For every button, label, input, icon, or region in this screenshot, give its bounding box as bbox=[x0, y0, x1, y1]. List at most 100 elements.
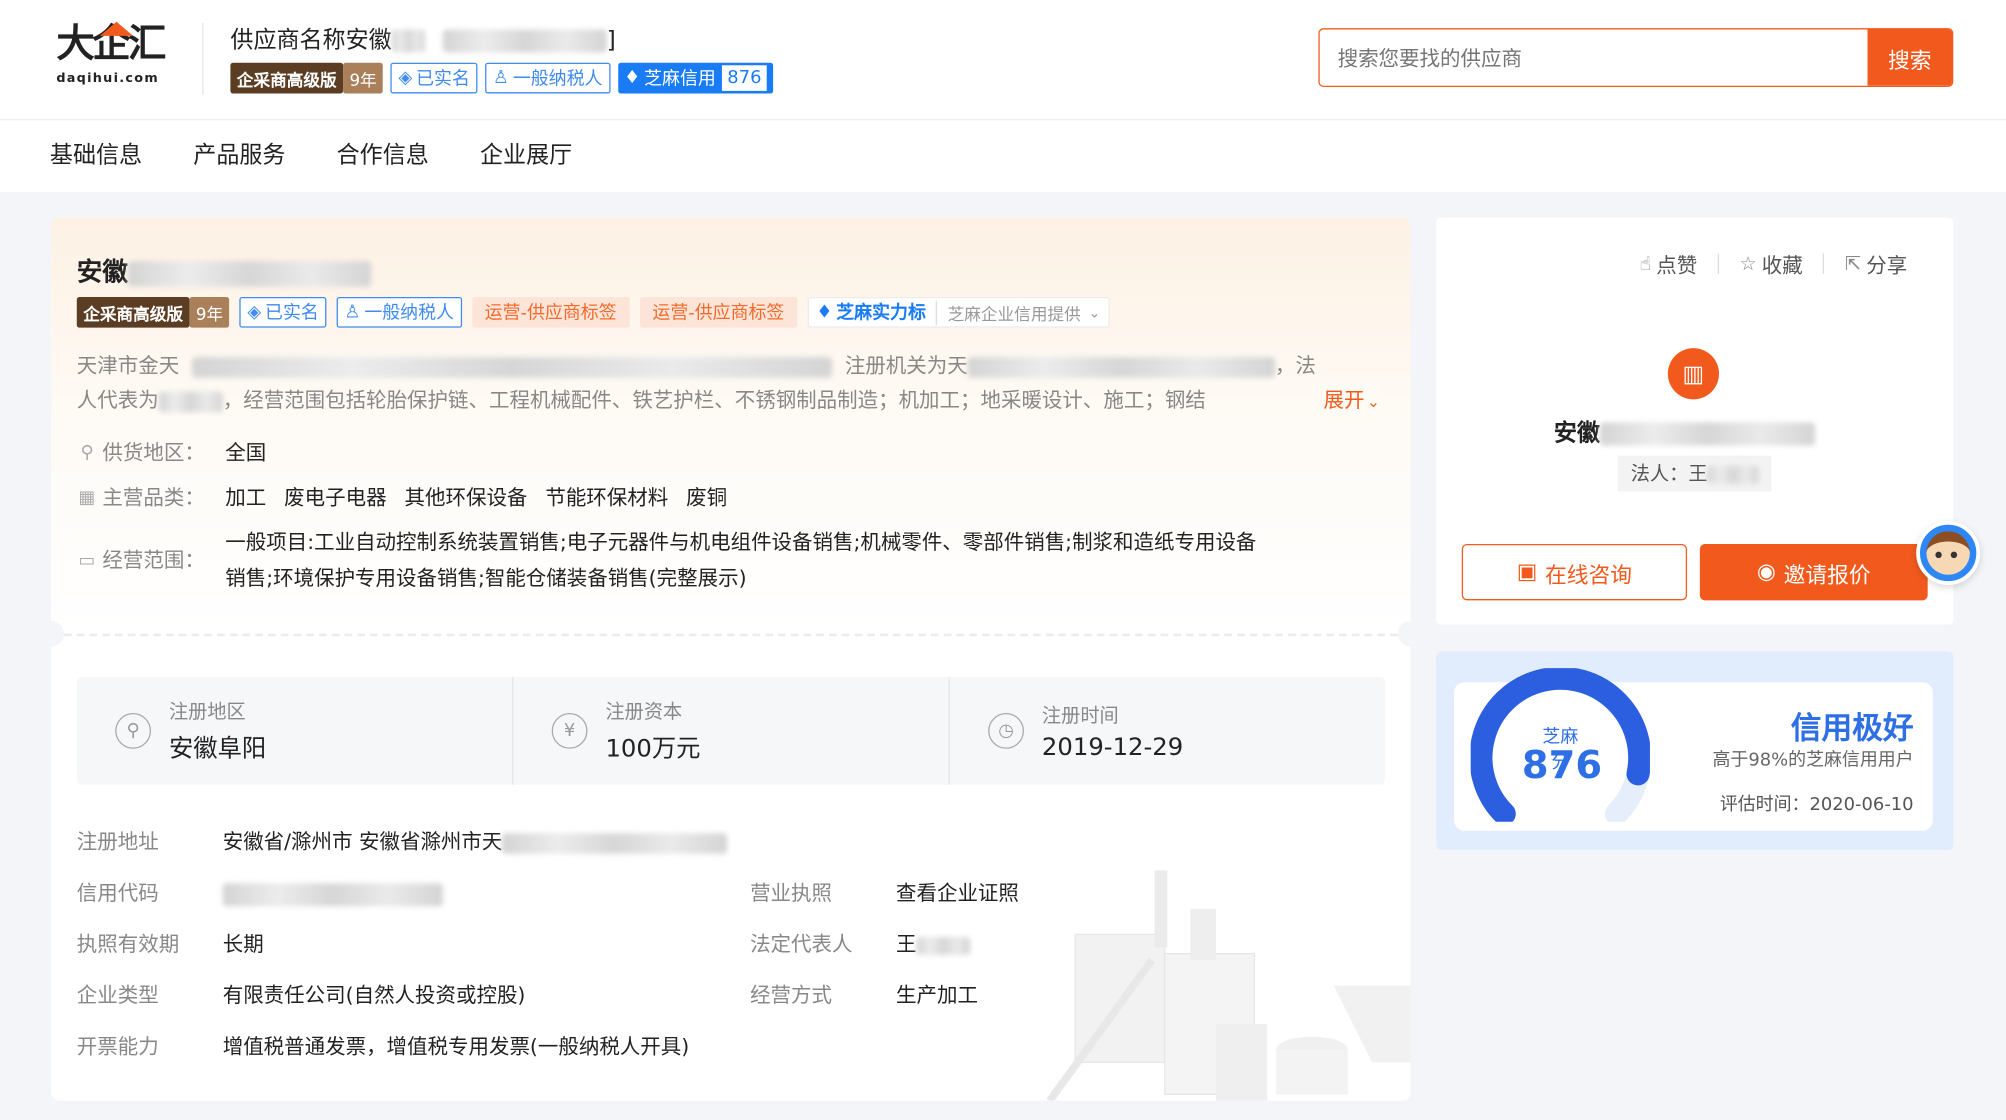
credit-description: 高于98%的芝麻信用用户 bbox=[1712, 750, 1914, 771]
tab-products[interactable]: 产品服务 bbox=[193, 120, 285, 192]
validity-value: 长期 bbox=[222, 931, 264, 957]
main-category-row: ▦ 主营品类： 加工 废电子电器 其他环保设备 节能环保材料 废铜 bbox=[77, 480, 745, 516]
search-box: 搜索 bbox=[1318, 28, 1954, 88]
scope-line: 一般项目:工业自动控制系统装置销售;电子元器件与机电组件设备销售;机械零件、零部… bbox=[225, 529, 1257, 555]
category-item: 节能环保材料 bbox=[545, 485, 669, 510]
action-links: ☝ 点赞 ☆ 收藏 ⇱ 分享 bbox=[1639, 248, 1907, 279]
invoice-label: 开票能力 bbox=[76, 1034, 159, 1059]
company-intro: 天津市金天 注册机关为天 ，法 人代表为 ，经营范围包括轮胎保护链、工程机械配件、铁艺… bbox=[76, 353, 1316, 413]
verified-badge: ◈ 已实名 bbox=[390, 62, 478, 94]
operation-tag: 运营-供应商标签 bbox=[639, 296, 798, 328]
chat-icon: ▣ bbox=[1516, 559, 1538, 585]
briefcase-icon: ▭ bbox=[78, 550, 96, 571]
license-label: 营业执照 bbox=[750, 880, 833, 905]
avatar-face-icon bbox=[1926, 531, 1970, 575]
factory-illustration bbox=[1037, 858, 1411, 1101]
operation-tag: 运营-供应商标签 bbox=[471, 296, 630, 328]
stat-reg-area: ⚲ 注册地区 安徽阜阳 bbox=[77, 677, 512, 785]
years-badge: 9年 bbox=[189, 296, 230, 328]
taxpayer-badge: ♙ 一般纳税人 bbox=[336, 296, 462, 328]
share-button[interactable]: ⇱ 分享 bbox=[1845, 248, 1907, 279]
chevron-down-icon: ⌄ bbox=[1367, 392, 1380, 411]
supplier-tags: 企采商高级版 9年 ◈ 已实名 ♙ 一般纳税人 ♦ 芝麻信用 876 bbox=[230, 62, 774, 94]
grid-icon: ▦ bbox=[78, 487, 96, 509]
clock-icon: ◷ bbox=[988, 712, 1024, 749]
taxpayer-badge: ♙ 一般纳税人 bbox=[485, 62, 611, 94]
divider bbox=[202, 23, 204, 95]
validity-label: 执照有效期 bbox=[76, 931, 180, 957]
business-scope-row: ▭ 经营范围： 一般项目:工业自动控制系统装置销售;电子元器件与机电组件设备销售;… bbox=[77, 525, 1352, 597]
invite-quote-button[interactable]: ◉ 邀请报价 bbox=[1699, 544, 1928, 601]
online-consult-button[interactable]: ▣ 在线咨询 bbox=[1461, 544, 1688, 601]
legal-rep-label: 法定代表人 bbox=[750, 931, 853, 957]
logo-domain: daqihui.com bbox=[56, 71, 159, 86]
site-logo[interactable]: 大企汇 daqihui.com bbox=[56, 21, 174, 92]
tab-showroom[interactable]: 企业展厅 bbox=[480, 120, 572, 192]
shield-check-icon: ◈ bbox=[247, 302, 262, 323]
search-input[interactable] bbox=[1319, 29, 1868, 86]
yen-circle-icon: ◉ bbox=[1756, 559, 1776, 585]
supply-area-value: 全国 bbox=[225, 440, 267, 465]
company-title: 安徽 bbox=[77, 251, 372, 288]
person-icon: ♙ bbox=[344, 302, 361, 323]
search-button[interactable]: 搜索 bbox=[1867, 29, 1952, 86]
business-mode-label: 经营方式 bbox=[750, 983, 833, 1008]
tab-cooperation[interactable]: 合作信息 bbox=[337, 120, 429, 192]
expand-button[interactable]: 展开 ⌄ bbox=[1318, 382, 1380, 420]
yen-icon: ¥ bbox=[551, 712, 588, 749]
scope-line: 销售;环境保护专用设备销售;智能仓储装备销售(完整展示) bbox=[225, 565, 747, 591]
supply-area-row: ⚲ 供货地区： 全国 bbox=[77, 435, 284, 471]
invoice-value: 增值税普通发票，增值税专用发票(一般纳税人开具) bbox=[222, 1034, 690, 1059]
divider-notch bbox=[1397, 620, 1411, 647]
credit-score: 876 bbox=[1521, 743, 1603, 789]
company-card: 安徽 企采商高级版 9年 ◈ 已实名 ♙ 一般纳税人 运营-供应商标签 运营-供应商标… bbox=[51, 217, 1411, 1101]
like-button[interactable]: ☝ 点赞 bbox=[1639, 248, 1697, 279]
category-item: 废电子电器 bbox=[284, 485, 387, 510]
legal-rep-value: 王 bbox=[896, 932, 971, 958]
side-company-name: 安徽 bbox=[1554, 415, 1816, 448]
business-mode-value: 生产加工 bbox=[896, 983, 978, 1008]
category-item: 加工 bbox=[225, 485, 267, 510]
verified-badge: ◈ 已实名 bbox=[239, 296, 327, 328]
favorite-button[interactable]: ☆ 收藏 bbox=[1739, 248, 1802, 279]
credit-code-label: 信用代码 bbox=[76, 880, 159, 905]
address-label: 注册地址 bbox=[76, 829, 159, 854]
company-logo-icon: ▥ bbox=[1667, 348, 1720, 400]
stat-reg-capital: ¥ 注册资本 100万元 bbox=[512, 677, 948, 785]
registration-stats: ⚲ 注册地区 安徽阜阳 ¥ 注册资本 100万元 ◷ 注册时间 2019-12-29 bbox=[76, 677, 1385, 785]
person-icon: ♙ bbox=[492, 67, 509, 89]
company-type-value: 有限责任公司(自然人投资或控股) bbox=[222, 983, 526, 1008]
zhima-strength-tag[interactable]: ♦ 芝麻实力标 芝麻企业信用提供 ⌄ bbox=[807, 296, 1110, 328]
dashed-divider bbox=[64, 633, 1398, 637]
years-badge: 9年 bbox=[343, 62, 384, 94]
assistant-avatar[interactable] bbox=[1916, 520, 1981, 585]
flame-icon: ♦ bbox=[816, 302, 833, 323]
vip-badge: 企采商高级版 bbox=[76, 296, 190, 328]
credit-level: 信用极好 bbox=[1790, 710, 1914, 747]
thumbs-up-icon: ☝ bbox=[1639, 252, 1652, 276]
main-nav: 基础信息 产品服务 合作信息 企业展厅 bbox=[0, 120, 2006, 192]
company-tags: 企采商高级版 9年 ◈ 已实名 ♙ 一般纳税人 运营-供应商标签 运营-供应商标签 ♦… bbox=[76, 296, 1110, 328]
category-item: 废铜 bbox=[686, 485, 728, 510]
supplier-name: 供应商名称安徽] bbox=[230, 26, 616, 54]
chevron-down-icon: ⌄ bbox=[1088, 304, 1101, 321]
vip-badge: 企采商高级版 bbox=[230, 62, 344, 94]
share-icon: ⇱ bbox=[1845, 252, 1862, 276]
location-icon: ⚲ bbox=[80, 442, 94, 464]
flame-icon: ♦ bbox=[624, 67, 641, 89]
location-icon: ⚲ bbox=[115, 712, 152, 749]
view-license-link[interactable]: 查看企业证照 bbox=[896, 881, 1019, 907]
credit-eval-time: 评估时间：2020-06-10 bbox=[1719, 794, 1914, 816]
credit-code-value bbox=[222, 881, 443, 907]
stat-reg-time: ◷ 注册时间 2019-12-29 bbox=[948, 677, 1384, 785]
tab-basic-info[interactable]: 基础信息 bbox=[50, 120, 142, 192]
side-company-card: ☝ 点赞 ☆ 收藏 ⇱ 分享 ▥ 安徽 法人：王 ▣ 在线咨询 ◉ 邀请报价 bbox=[1436, 217, 1954, 625]
company-type-label: 企业类型 bbox=[76, 983, 159, 1008]
side-legal-person: 法人：王 bbox=[1617, 455, 1772, 492]
address-value: 安徽省/滁州市 安徽省滁州市天 bbox=[223, 829, 728, 855]
top-header: 大企汇 daqihui.com 供应商名称安徽] 企采商高级版 9年 ◈ 已实名 ♙… bbox=[0, 0, 2006, 121]
category-item: 其他环保设备 bbox=[404, 485, 528, 510]
shield-check-icon: ◈ bbox=[398, 67, 413, 89]
star-icon: ☆ bbox=[1739, 252, 1757, 276]
zhima-score: 876 bbox=[722, 65, 767, 91]
